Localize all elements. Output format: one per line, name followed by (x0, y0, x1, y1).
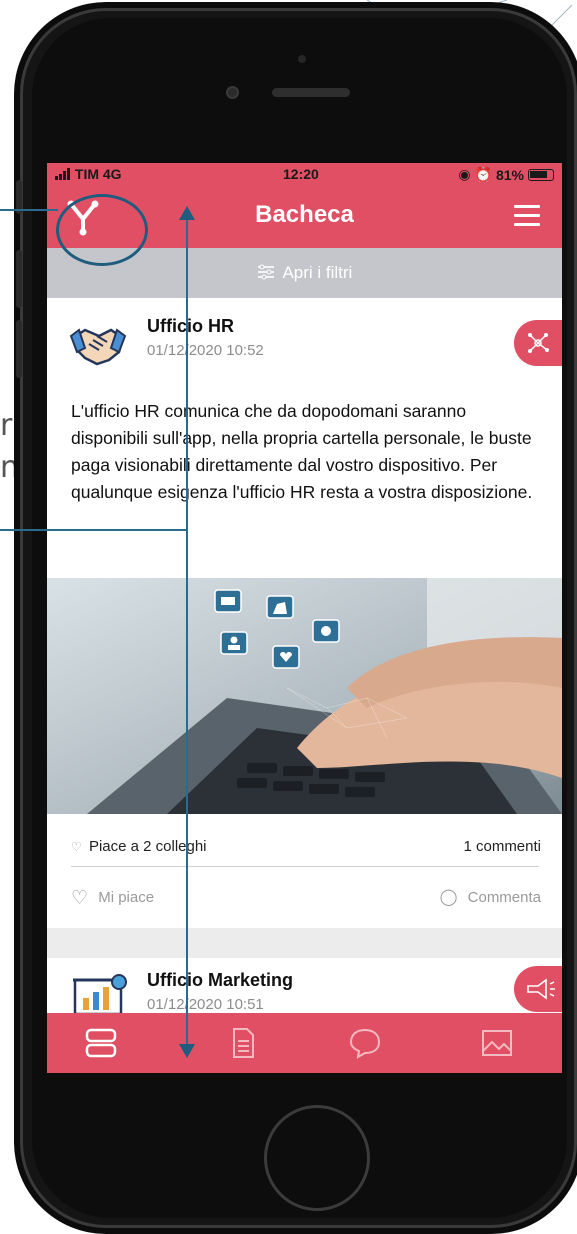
clock: 12:20 (283, 166, 319, 182)
heart-icon: ♡ (71, 888, 89, 909)
handshake-icon (69, 328, 127, 366)
post-divider (71, 866, 539, 867)
home-button[interactable] (264, 1105, 370, 1211)
proximity-sensor (298, 55, 306, 63)
post-author[interactable]: Ufficio Marketing (147, 970, 293, 991)
tab-chat[interactable] (349, 1027, 381, 1059)
post-body-text: L'ufficio HR comunica che da dopodomani … (71, 401, 533, 502)
post-actions-row: ♡ Mi piace ◯ Commenta (71, 887, 541, 910)
comment-button[interactable]: ◯ Commenta (440, 887, 541, 907)
hamburger-icon-bar (514, 214, 540, 217)
earpiece-speaker (272, 88, 350, 97)
annotation-line-body (0, 529, 187, 531)
laptop-typing-photo (47, 578, 562, 814)
signal-icon (55, 167, 71, 183)
battery-status: ◉ ⏰ 81% (458, 166, 554, 183)
lock-rotation-icon: ◉ (458, 166, 471, 182)
annotation-circle-logo (56, 194, 148, 266)
volume-up-button (16, 250, 22, 308)
carrier-text: TIM 4G (74, 166, 122, 182)
document-icon (233, 1028, 254, 1058)
comments-count[interactable]: 1 commenti (463, 838, 541, 855)
tab-documents[interactable] (227, 1027, 259, 1059)
app-screen: TIM 4G 12:20 ◉ ⏰ 81% Bacheca Apri i filt… (47, 163, 562, 1073)
network-icon (528, 333, 549, 353)
feed-post: Ufficio HR 01/12/2020 10:52 L'ufficio HR… (47, 298, 562, 988)
annotation-scroll-arrow (186, 220, 188, 1050)
alarm-icon: ⏰ (474, 166, 492, 182)
stage: r ne TIM 4G 12:20 ◉ ⏰ 81% Bacheca Apri i… (0, 0, 577, 1234)
speech-bubble-icon: ◯ (439, 889, 458, 906)
heart-outline-icon: ♡ (71, 840, 82, 854)
gallery-icon (482, 1030, 512, 1056)
open-filters-label: Apri i filtri (282, 263, 353, 282)
hamburger-menu-button[interactable] (514, 205, 540, 227)
status-bar: TIM 4G 12:20 ◉ ⏰ 81% (47, 163, 562, 185)
like-button[interactable]: ♡ Mi piace (71, 888, 155, 909)
tab-gallery[interactable] (481, 1027, 513, 1059)
post-stats-row: ♡ Piace a 2 colleghi 1 commenti (71, 838, 541, 855)
comment-button-label: Commenta (467, 889, 541, 906)
annotation-line-logo (0, 209, 58, 211)
feed-post: Ufficio Marketing 01/12/2020 10:51 (47, 958, 562, 1018)
feed-icon (85, 1028, 117, 1058)
hamburger-icon (514, 205, 540, 208)
arrow-down-icon (179, 1044, 195, 1058)
post-category-badge[interactable] (514, 320, 562, 366)
megaphone-icon (527, 978, 555, 1000)
carrier-label: TIM 4G (55, 166, 122, 183)
chat-icon (349, 1028, 381, 1059)
bottom-tab-bar (47, 1013, 562, 1073)
post-image[interactable] (47, 578, 562, 814)
post-date: 01/12/2020 10:51 (147, 996, 264, 1013)
post-author[interactable]: Ufficio HR (147, 316, 234, 337)
hamburger-icon-bar (514, 223, 540, 226)
side-text-fragment-1: r (0, 408, 13, 443)
battery-percent: 81% (495, 166, 524, 183)
volume-down-button (16, 320, 22, 378)
tab-feed[interactable] (85, 1027, 117, 1059)
arrow-up-icon (179, 206, 195, 220)
likes-count[interactable]: Piace a 2 colleghi (89, 838, 207, 855)
battery-icon (528, 168, 554, 181)
front-camera (226, 86, 239, 99)
post-category-badge[interactable] (514, 966, 562, 1012)
sliders-icon (257, 250, 275, 300)
post-date: 01/12/2020 10:52 (147, 342, 264, 359)
like-button-label: Mi piace (98, 889, 155, 906)
post-separator (47, 928, 562, 958)
